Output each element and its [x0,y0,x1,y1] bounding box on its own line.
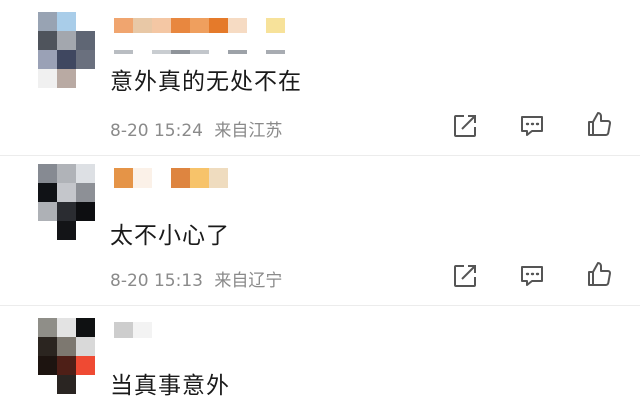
avatar-pixel [57,183,76,202]
share-icon[interactable] [451,112,479,140]
avatar-pixel [38,69,57,88]
avatar-pixel [38,221,57,240]
name-pixel [133,322,152,338]
avatar-pixel [76,50,95,69]
avatar-pixel [57,356,76,375]
comment-time: 8-20 15:24 [110,121,203,141]
name-pixel [209,18,228,33]
avatar[interactable] [38,12,95,88]
comment-meta: 8-20 15:13 来自辽宁 [110,266,282,291]
username-blurred[interactable] [114,168,228,188]
comment-text: 意外真的无处不在 [110,69,302,95]
name-pixel [190,18,209,33]
avatar-pixel [76,375,95,394]
username-blurred[interactable] [114,18,285,33]
avatar-pixel [57,318,76,337]
avatar-pixel [38,202,57,221]
avatar-pixel [76,164,95,183]
avatar-pixel [76,356,95,375]
comment-location: 来自辽宁 [214,271,283,291]
comment-item: 当真事意外 [0,306,640,414]
avatar-pixel [57,221,76,240]
avatar-pixel [76,318,95,337]
avatar-pixel [38,375,57,394]
name-pixel [171,168,190,188]
avatar[interactable] [38,318,95,394]
badge-pixel [114,50,133,54]
avatar-pixel [57,31,76,50]
avatar-pixel [38,183,57,202]
badge-pixel [266,50,285,54]
avatar-pixel [76,221,95,240]
like-icon[interactable] [585,260,613,288]
comment-icon[interactable] [518,112,546,140]
avatar-pixel [38,12,57,31]
name-pixel [114,322,133,338]
avatar-pixel [57,164,76,183]
comment-location: 来自江苏 [214,121,283,141]
avatar-pixel [76,202,95,221]
avatar-pixel [38,31,57,50]
comment-meta: 8-20 15:24 来自江苏 [110,116,282,141]
name-pixel [133,168,152,188]
avatar-pixel [76,12,95,31]
comment-item: 太不小心了 8-20 15:13 来自辽宁 [0,156,640,306]
name-pixel [247,18,266,33]
name-pixel [114,18,133,33]
badge-pixel [133,50,152,54]
avatar-pixel [38,50,57,69]
name-pixel [114,168,133,188]
comment-text: 太不小心了 [110,223,230,249]
badge-pixel [228,50,247,54]
avatar-pixel [38,318,57,337]
avatar[interactable] [38,164,95,240]
avatar-pixel [57,375,76,394]
username-blurred[interactable] [114,322,152,338]
name-pixel [152,168,171,188]
comment-text: 当真事意外 [110,373,230,399]
comment-item: 意外真的无处不在 8-20 15:24 来自江苏 [0,0,640,156]
avatar-pixel [76,69,95,88]
avatar-pixel [57,50,76,69]
name-pixel [133,18,152,33]
share-icon[interactable] [451,262,479,290]
name-pixel [228,18,247,33]
avatar-pixel [76,183,95,202]
badge-pixel [152,50,171,54]
like-icon[interactable] [585,110,613,138]
avatar-pixel [76,337,95,356]
badge-pixel [171,50,190,54]
avatar-pixel [57,337,76,356]
avatar-pixel [57,12,76,31]
name-pixel [171,18,190,33]
avatar-pixel [57,202,76,221]
avatar-pixel [38,337,57,356]
badge-pixel [190,50,209,54]
avatar-pixel [38,356,57,375]
comment-time: 8-20 15:13 [110,271,203,291]
badge-pixel [247,50,266,54]
comment-icon[interactable] [518,262,546,290]
badge-pixel [209,50,228,54]
name-pixel [190,168,209,188]
user-badge-blurred [114,50,285,54]
name-pixel [209,168,228,188]
avatar-pixel [76,31,95,50]
avatar-pixel [57,69,76,88]
name-pixel [266,18,285,33]
avatar-pixel [38,164,57,183]
name-pixel [152,18,171,33]
